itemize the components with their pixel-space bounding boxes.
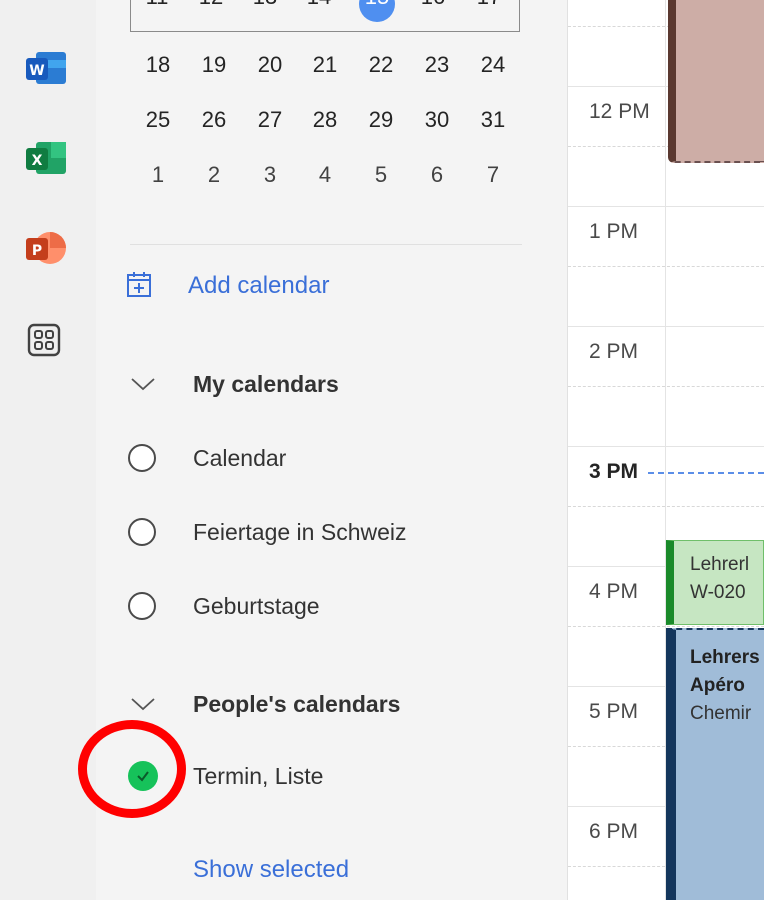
calendar-toggle-radio[interactable] [128,592,156,620]
hour-line [568,326,764,327]
time-label: 1 PM [589,220,639,243]
calendar-item-label: Geburtstage [193,592,320,619]
event-title: Lehrers [690,647,760,668]
chevron-down-icon [128,689,158,719]
mini-calendar-day-next-month[interactable]: 2 [194,162,234,188]
calendar-item-label: Calendar [193,444,287,471]
calendar-item-label: Feiertage in Schweiz [193,518,407,545]
add-calendar-label: Add calendar [188,272,330,299]
half-hour-line [568,266,764,267]
svg-text:W: W [29,63,44,79]
time-label-current: 3 PM [589,460,639,483]
calendar-event[interactable]: Lehrers Apéro Chemir [666,628,764,900]
mini-calendar-day[interactable]: 26 [194,107,234,133]
mini-calendar-day[interactable]: 25 [138,107,178,133]
hour-line [568,446,764,447]
mini-calendar-day[interactable]: 27 [250,107,290,133]
mini-calendar-day[interactable]: 21 [305,52,345,78]
mini-calendar-day[interactable]: 30 [417,107,457,133]
current-time-indicator [648,472,764,474]
mini-calendar-day-next-month[interactable]: 5 [361,162,401,188]
time-label: 2 PM [589,340,639,363]
mini-calendar-day[interactable]: 16 [413,0,453,10]
calendar-item-label: Termin, Liste [193,762,324,789]
svg-text:X: X [32,153,43,169]
time-label: 12 PM [589,100,650,123]
calendar-item[interactable]: Calendar [128,438,286,478]
excel-icon[interactable]: X [24,140,68,176]
calendar-event[interactable]: Lehrerl W-020 [666,540,764,625]
calendar-item[interactable]: Geburtstage [128,586,320,626]
mini-calendar-partial-week: 11 12 13 14 15 16 17 [130,0,520,32]
section-divider [130,244,522,245]
half-hour-line [568,506,764,507]
mini-calendar-day-next-month[interactable]: 7 [473,162,513,188]
mini-calendar-day[interactable]: 12 [191,0,231,10]
word-icon[interactable]: W [24,50,68,86]
mini-calendar-day[interactable]: 17 [469,0,509,10]
mini-calendar-day[interactable]: 14 [299,0,339,10]
mini-calendar-day[interactable]: 11 [137,0,177,10]
mini-calendar-day-next-month[interactable]: 1 [138,162,178,188]
event-location: Chemir [690,703,752,724]
mini-calendar-day[interactable]: 22 [361,52,401,78]
mini-calendar-day-next-month[interactable]: 4 [305,162,345,188]
add-calendar-button[interactable]: Add calendar [126,266,329,306]
mini-calendar-day[interactable]: 24 [473,52,513,78]
mini-calendar-day[interactable]: 20 [250,52,290,78]
svg-text:P: P [32,243,42,259]
time-label: 5 PM [589,700,639,723]
time-label: 6 PM [589,820,639,843]
my-calendars-heading: My calendars [193,370,339,397]
add-calendar-icon [126,270,152,303]
event-title: Lehrerl [690,554,750,575]
mini-calendar-day-next-month[interactable]: 3 [250,162,290,188]
powerpoint-icon[interactable]: P [24,230,68,266]
chevron-down-icon [128,369,158,399]
mini-calendar-day[interactable]: 19 [194,52,234,78]
mini-calendar-day[interactable]: 29 [361,107,401,133]
mini-calendar-day-today[interactable]: 15 [357,0,397,10]
calendar-toggle-radio[interactable] [128,518,156,546]
event-subtitle: Apéro [690,675,745,696]
peoples-calendars-heading: People's calendars [193,690,401,717]
calendar-item[interactable]: Feiertage in Schweiz [128,512,407,552]
hour-line [568,206,764,207]
half-hour-line [568,386,764,387]
calendar-toggle-radio[interactable] [128,444,156,472]
time-label: 4 PM [589,580,639,603]
peoples-calendars-toggle[interactable]: People's calendars [128,684,400,724]
mini-calendar-day[interactable]: 31 [473,107,513,133]
calendar-event[interactable] [668,0,764,163]
mini-calendar-day-next-month[interactable]: 6 [417,162,457,188]
show-selected-link[interactable]: Show selected [193,856,349,884]
mini-calendar-day[interactable]: 18 [138,52,178,78]
apps-grid-icon[interactable] [24,322,68,358]
my-calendars-toggle[interactable]: My calendars [128,364,339,404]
event-location: W-020 [690,582,746,603]
mini-calendar-day[interactable]: 13 [245,0,285,10]
mini-calendar-day[interactable]: 23 [417,52,457,78]
highlight-annotation [78,720,186,818]
mini-calendar-day[interactable]: 28 [305,107,345,133]
half-hour-line [568,626,764,627]
